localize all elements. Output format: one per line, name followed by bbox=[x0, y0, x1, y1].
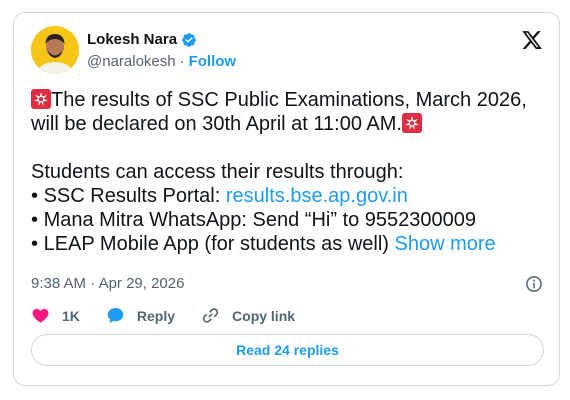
speech-bubble-icon bbox=[107, 307, 124, 323]
post-timestamp[interactable]: 9:38 AM · Apr 29, 2026 bbox=[31, 275, 184, 292]
avatar[interactable] bbox=[31, 26, 79, 74]
bullet: • bbox=[31, 209, 39, 231]
results-portal-link[interactable]: results.bse.ap.gov.in bbox=[226, 185, 408, 207]
list-item-2-text: Mana Mitra WhatsApp: Send “Hi” to 955230… bbox=[43, 209, 477, 231]
copy-link-label: Copy link bbox=[232, 307, 296, 324]
link-icon bbox=[202, 308, 219, 323]
like-count: 1K bbox=[62, 307, 80, 324]
heart-icon bbox=[32, 308, 49, 323]
info-icon[interactable] bbox=[525, 275, 543, 293]
verified-badge-icon bbox=[182, 32, 196, 47]
list-item-3-text: LEAP Mobile App (for students as well) bbox=[43, 233, 389, 255]
bullet: • bbox=[31, 185, 39, 207]
post-line-2: will be declared on 30th April at 11:00 … bbox=[31, 113, 402, 135]
x-logo-icon[interactable] bbox=[521, 29, 543, 51]
show-more-link[interactable]: Show more bbox=[395, 233, 496, 255]
police-light-icon bbox=[31, 89, 51, 109]
post-line-3: Students can access their results throug… bbox=[31, 161, 404, 183]
read-replies-label: Read 24 replies bbox=[236, 342, 339, 358]
copy-link-button[interactable]: Copy link bbox=[201, 306, 295, 325]
handle-separator: · bbox=[179, 53, 185, 70]
like-button[interactable]: 1K bbox=[31, 306, 80, 325]
post-time: 9:38 AM bbox=[31, 275, 87, 292]
post-text: The results of SSC Public Examinations, … bbox=[31, 88, 546, 256]
read-replies-button[interactable]: Read 24 replies bbox=[31, 334, 544, 366]
post-date: Apr 29, 2026 bbox=[98, 275, 185, 292]
author-handle[interactable]: @naralokesh bbox=[87, 53, 176, 70]
post-line-1: The results of SSC Public Examinations, … bbox=[51, 89, 527, 111]
bullet: • bbox=[31, 233, 39, 255]
reply-label: Reply bbox=[136, 307, 176, 324]
follow-button[interactable]: Follow bbox=[189, 53, 237, 70]
list-item-1-text: SSC Results Portal: bbox=[43, 185, 221, 207]
author-name[interactable]: Lokesh Nara bbox=[87, 31, 177, 48]
police-light-icon bbox=[401, 113, 422, 133]
reply-button[interactable]: Reply bbox=[106, 306, 175, 325]
meta-separator: · bbox=[90, 275, 96, 292]
post-card: Lokesh Nara @naralokesh · Follow The res… bbox=[13, 12, 560, 386]
